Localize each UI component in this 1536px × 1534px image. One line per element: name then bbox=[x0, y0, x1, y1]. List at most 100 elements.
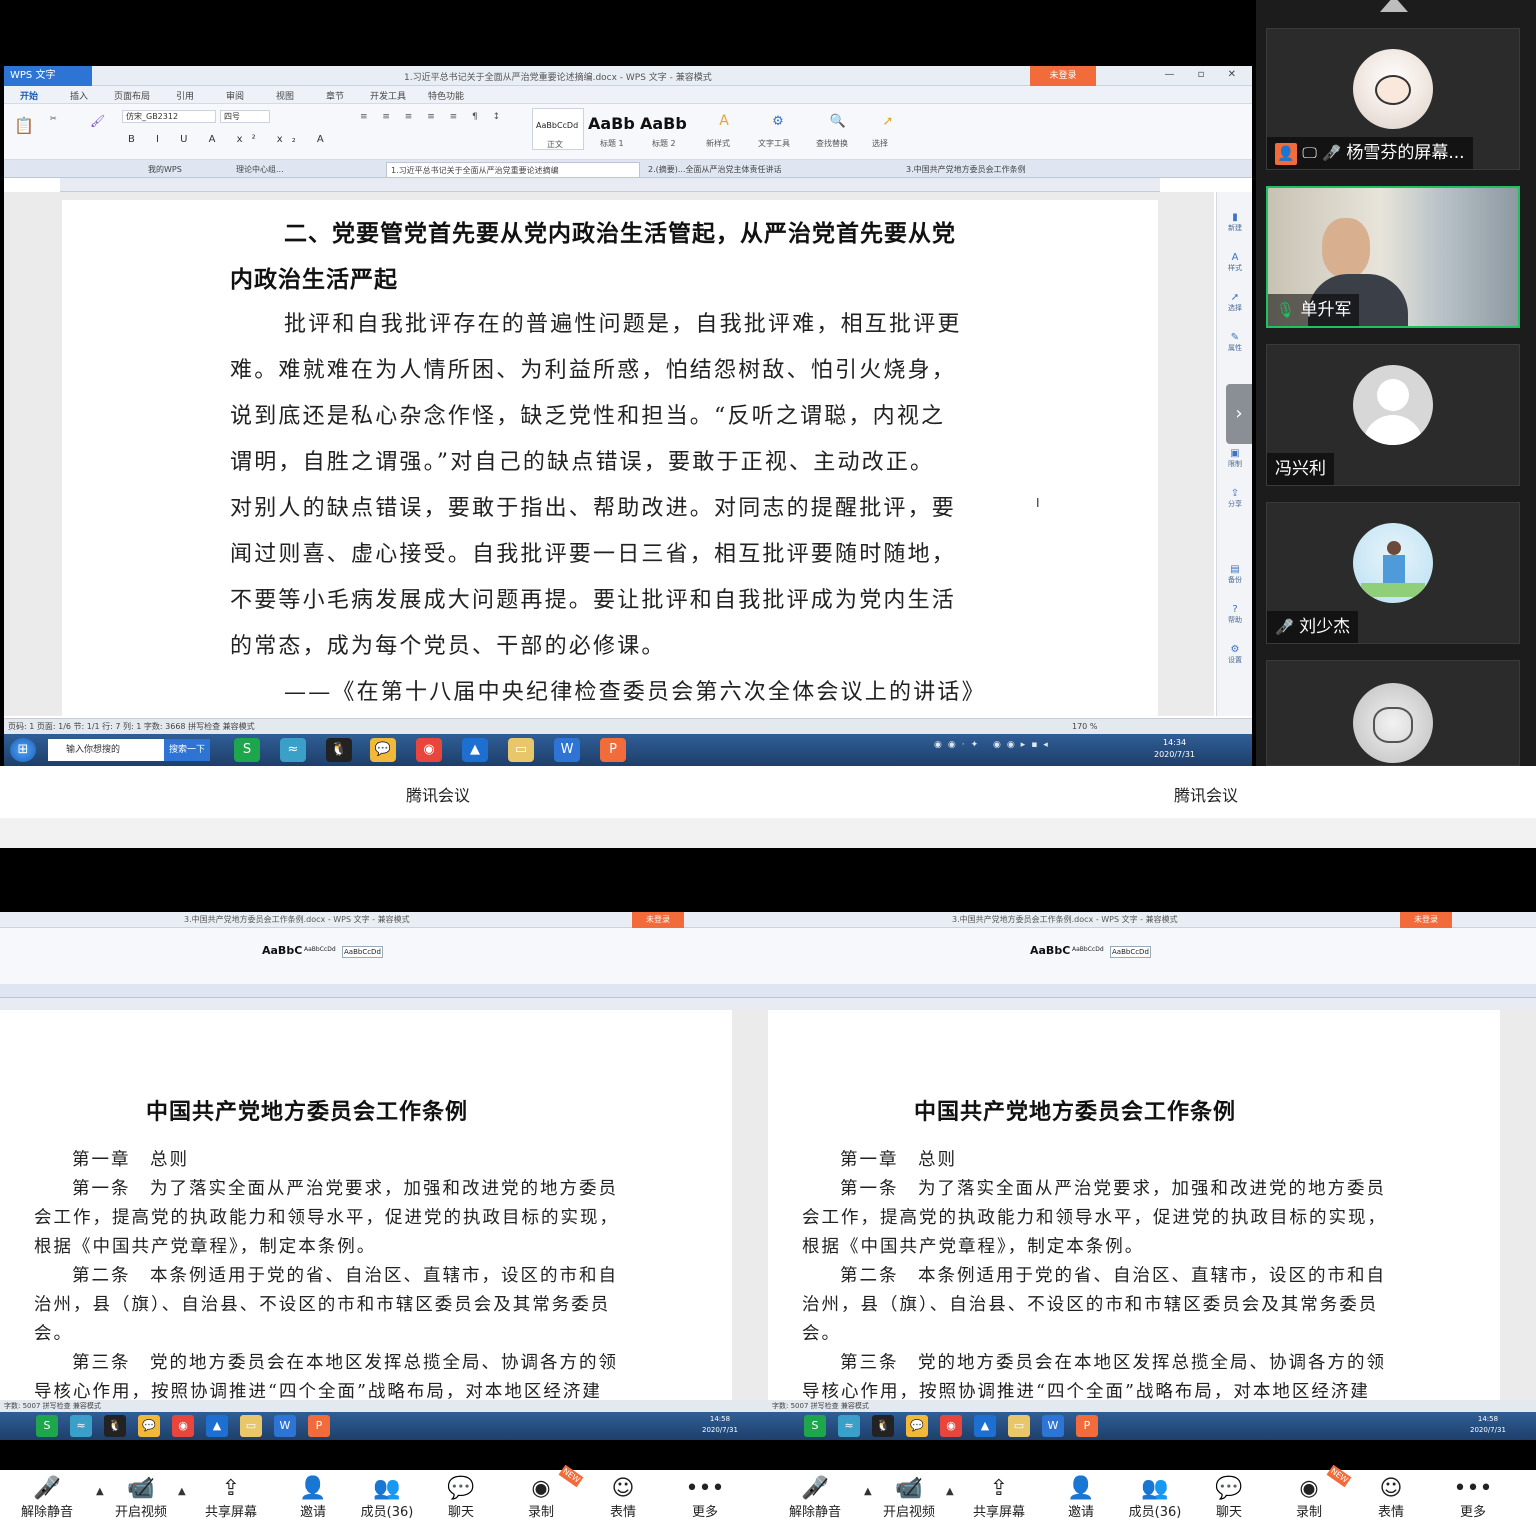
qq-icon[interactable]: 🐧 bbox=[872, 1415, 894, 1437]
side-backup-button[interactable]: ▤ 备份 bbox=[1221, 564, 1249, 590]
horizontal-ruler[interactable] bbox=[768, 998, 1536, 1010]
clipboard-group[interactable]: 📋 ✂ 🖌 bbox=[10, 110, 110, 154]
shared-screen-wps-window[interactable]: WPS 文字 1.习近平总书记关于全面从严治党重要论述摘编.docx - WPS… bbox=[4, 66, 1252, 766]
chevron-up-icon[interactable]: ▲ bbox=[96, 1486, 104, 1497]
wechat-icon[interactable]: 💬 bbox=[370, 738, 396, 762]
chevron-up-icon[interactable]: ▲ bbox=[178, 1486, 186, 1497]
style-preview[interactable]: AaBbCcDd bbox=[1072, 946, 1104, 953]
side-new-button[interactable]: ▮ 新建 bbox=[1221, 212, 1249, 238]
unmute-button[interactable]: 🎤̸ 解除静音 bbox=[12, 1474, 82, 1532]
tab-doc-1[interactable]: 1.习近平总书记关于全面从严治党重要论述摘编 bbox=[386, 162, 640, 177]
horizontal-ruler[interactable] bbox=[0, 998, 768, 1010]
login-button[interactable]: 未登录 bbox=[632, 912, 684, 928]
members-button[interactable]: 👥 成员(36) bbox=[1120, 1474, 1190, 1532]
menu-home[interactable]: 开始 bbox=[20, 89, 38, 102]
paste-icon[interactable]: 📋 bbox=[14, 116, 34, 135]
invite-button[interactable]: 👤 邀请 bbox=[1046, 1474, 1116, 1532]
document-page[interactable]: 中国共产党地方委员会工作条例 第一章 总则 第一条 为了落实全面从严治党要求，加… bbox=[768, 1010, 1500, 1400]
side-property-button[interactable]: ✎ 属性 bbox=[1221, 332, 1249, 358]
taskbar-search-input[interactable]: 输入你想搜的 bbox=[48, 739, 164, 761]
wechat-icon[interactable]: 💬 bbox=[906, 1415, 928, 1437]
cut-icon[interactable]: ✂ bbox=[50, 114, 57, 123]
more-button[interactable]: ••• 更多 bbox=[670, 1474, 740, 1532]
chrome-icon[interactable]: ◉ bbox=[172, 1415, 194, 1437]
reactions-button[interactable]: ☺ 表情 bbox=[1356, 1474, 1426, 1532]
invite-button[interactable]: 👤 邀请 bbox=[278, 1474, 348, 1532]
login-button[interactable]: 未登录 bbox=[1400, 912, 1452, 928]
file-explorer-icon[interactable]: ▭ bbox=[240, 1415, 262, 1437]
shared-screen-wps-window-right[interactable]: 3.中国共产党地方委员会工作条例.docx - WPS 文字 - 兼容模式 未登… bbox=[768, 912, 1536, 1440]
record-button[interactable]: ◉ 录制 bbox=[506, 1474, 576, 1532]
menu-review[interactable]: 审阅 bbox=[226, 89, 244, 102]
format-painter-icon[interactable]: 🖌 bbox=[90, 114, 105, 128]
style-preview[interactable]: AaBbCcDd bbox=[1110, 946, 1151, 958]
share-screen-button[interactable]: ⇪ 共享屏幕 bbox=[964, 1474, 1034, 1532]
qq-icon[interactable]: 🐧 bbox=[326, 738, 352, 762]
wps-writer-icon[interactable]: W bbox=[1042, 1415, 1064, 1437]
font-format-buttons[interactable]: B I U A x² x₂ A bbox=[128, 134, 333, 145]
taskbar-app-icon[interactable]: S bbox=[36, 1415, 58, 1437]
tencent-meeting-icon[interactable]: ▲ bbox=[462, 738, 488, 762]
wps-writer-icon[interactable]: W bbox=[554, 738, 580, 762]
start-video-button[interactable]: 📹̸ 开启视频 bbox=[106, 1474, 176, 1532]
record-button[interactable]: ◉ 录制 bbox=[1274, 1474, 1344, 1532]
participant-tile-active[interactable]: 🎙 单升军 bbox=[1266, 186, 1520, 328]
login-button[interactable]: 未登录 bbox=[1030, 66, 1096, 86]
chrome-icon[interactable]: ◉ bbox=[416, 738, 442, 762]
tab-my-wps[interactable]: 我的WPS bbox=[144, 162, 228, 177]
collapse-up-icon[interactable] bbox=[1380, 0, 1408, 12]
participant-tile[interactable]: 👤 🖵 🎤̸ 杨雪芬的屏幕... bbox=[1266, 28, 1520, 170]
menu-insert[interactable]: 插入 bbox=[70, 89, 88, 102]
paragraph-buttons[interactable]: ≡ ≡ ≡ ≡ ≡ ¶ ↕ bbox=[360, 112, 506, 122]
horizontal-ruler[interactable] bbox=[60, 178, 1160, 192]
document-page[interactable]: 二、党要管党首先要从党内政治生活管起，从严治党首先要从党 内政治生活严起 批评和… bbox=[62, 200, 1158, 720]
qq-icon[interactable]: 🐧 bbox=[104, 1415, 126, 1437]
menu-chapter[interactable]: 章节 bbox=[326, 89, 344, 102]
style-preview[interactable]: AaBbCcDd bbox=[342, 946, 383, 958]
more-button[interactable]: ••• 更多 bbox=[1438, 1474, 1508, 1532]
wps-presentation-icon[interactable]: P bbox=[308, 1415, 330, 1437]
document-page[interactable]: 中国共产党地方委员会工作条例 第一章 总则 第一条 为了落实全面从严治党要求，加… bbox=[0, 1010, 732, 1400]
members-button[interactable]: 👥 成员(36) bbox=[352, 1474, 422, 1532]
participant-tile[interactable] bbox=[1266, 660, 1520, 766]
participant-tile[interactable]: 冯兴利 bbox=[1266, 344, 1520, 486]
tab-theory-group[interactable]: 理论中心组... bbox=[232, 162, 382, 177]
wps-presentation-icon[interactable]: P bbox=[600, 738, 626, 762]
menu-special[interactable]: 特色功能 bbox=[428, 89, 464, 102]
file-explorer-icon[interactable]: ▭ bbox=[1008, 1415, 1030, 1437]
side-style-button[interactable]: A 样式 bbox=[1221, 252, 1249, 278]
reactions-button[interactable]: ☺ 表情 bbox=[588, 1474, 658, 1532]
menu-page-layout[interactable]: 页面布局 bbox=[114, 89, 150, 102]
taskbar-app-icon[interactable]: S bbox=[234, 738, 260, 762]
text-tools-button[interactable]: ⚙ 文字工具 bbox=[756, 110, 800, 150]
unmute-button[interactable]: 🎤̸ 解除静音 bbox=[780, 1474, 850, 1532]
document-tabs[interactable] bbox=[768, 984, 1536, 998]
taskbar-app-icon[interactable]: ≈ bbox=[838, 1415, 860, 1437]
share-screen-button[interactable]: ⇪ 共享屏幕 bbox=[196, 1474, 266, 1532]
chrome-icon[interactable]: ◉ bbox=[940, 1415, 962, 1437]
find-replace-button[interactable]: 🔍 查找替换 bbox=[814, 110, 862, 150]
side-settings-button[interactable]: ⚙ 设置 bbox=[1221, 644, 1249, 670]
side-share-button[interactable]: ⇪ 分享 bbox=[1221, 488, 1249, 514]
font-name-select[interactable]: 仿宋_GB2312 bbox=[122, 110, 216, 123]
wps-presentation-icon[interactable]: P bbox=[1076, 1415, 1098, 1437]
side-limit-button[interactable]: ▣ 限制 bbox=[1221, 448, 1249, 474]
taskbar-app-icon[interactable]: ≈ bbox=[280, 738, 306, 762]
tab-doc-2[interactable]: 2.(摘要)...全面从严治党主体责任讲话 bbox=[644, 162, 898, 177]
document-tabs[interactable] bbox=[0, 984, 768, 998]
chevron-up-icon[interactable]: ▲ bbox=[864, 1486, 872, 1497]
taskbar-search-button[interactable]: 搜索一下 bbox=[164, 739, 210, 761]
chevron-up-icon[interactable]: ▲ bbox=[946, 1486, 954, 1497]
start-button[interactable]: ⊞ bbox=[10, 738, 36, 762]
chat-button[interactable]: 💬 聊天 bbox=[1194, 1474, 1264, 1532]
wps-app-menu[interactable]: WPS 文字 bbox=[4, 66, 92, 86]
participant-tile[interactable]: 🎤̸ 刘少杰 bbox=[1266, 502, 1520, 644]
select-button[interactable]: ➚ 选择 bbox=[870, 110, 906, 150]
chat-button[interactable]: 💬 聊天 bbox=[426, 1474, 496, 1532]
new-style-button[interactable]: A 新样式 bbox=[704, 110, 744, 150]
start-video-button[interactable]: 📹̸ 开启视频 bbox=[874, 1474, 944, 1532]
collapse-panel-button[interactable]: › bbox=[1226, 384, 1252, 444]
side-help-button[interactable]: ? 帮助 bbox=[1221, 604, 1249, 630]
font-size-select[interactable]: 四号 bbox=[220, 110, 270, 123]
style-preview[interactable]: AaBbC bbox=[262, 944, 302, 957]
